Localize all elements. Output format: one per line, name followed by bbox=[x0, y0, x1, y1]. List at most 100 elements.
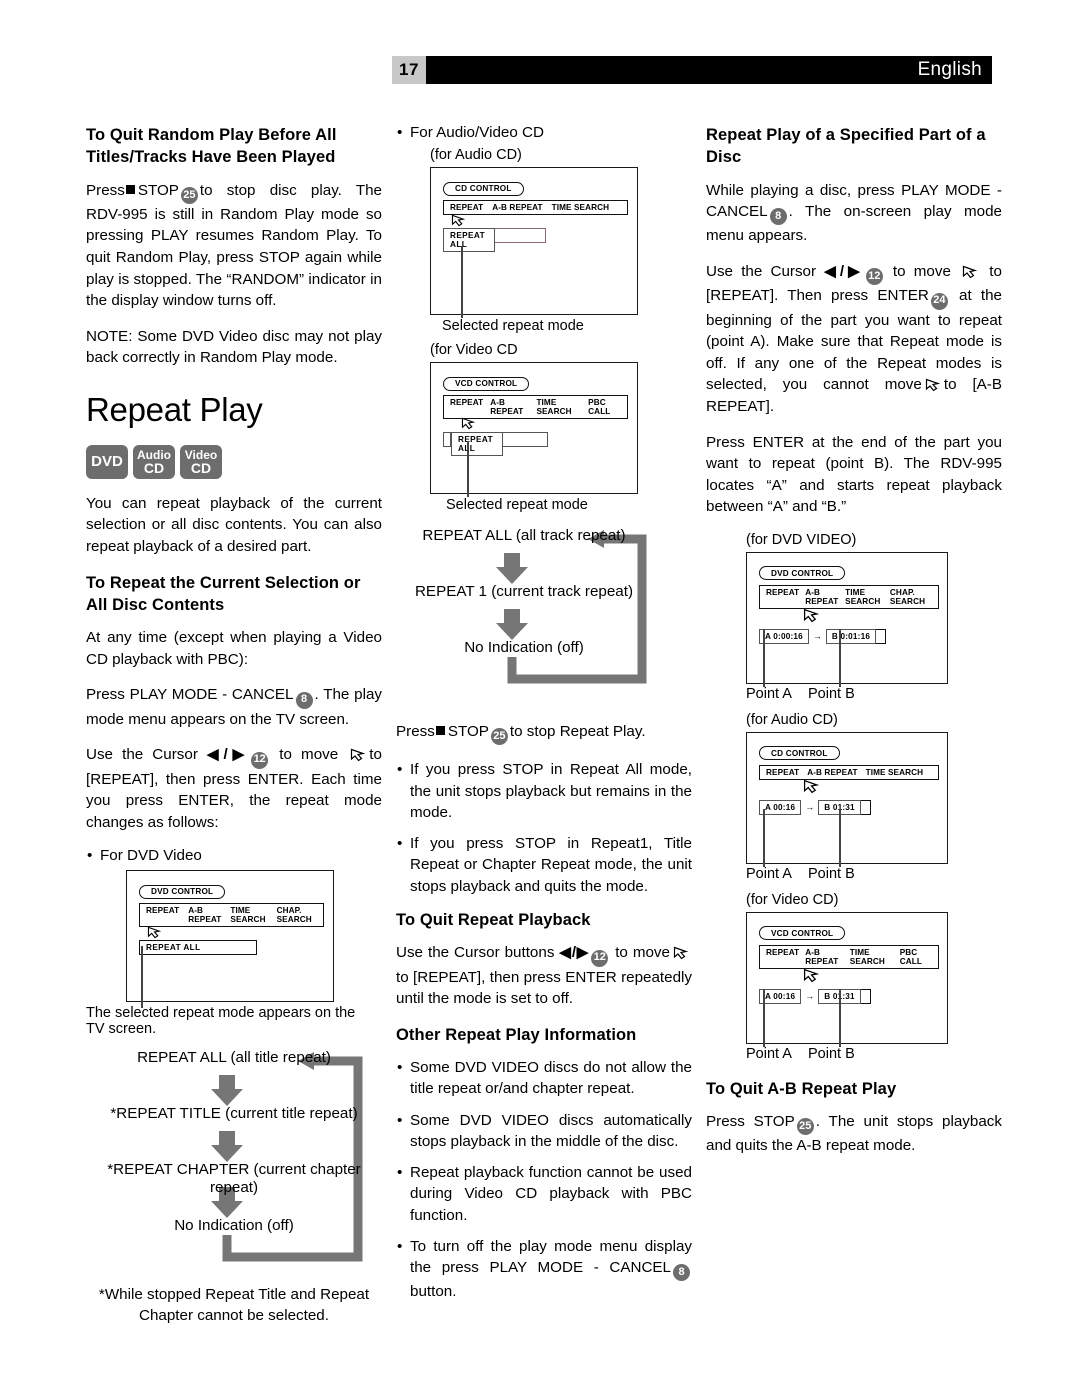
control-pill-cd: CD CONTROL bbox=[443, 181, 524, 196]
diagram-cd-control-screen: (for Audio CD) CD CONTROL REPEAT A-B REP… bbox=[430, 147, 692, 334]
menu-item-repeat[interactable]: REPEAT bbox=[450, 203, 483, 212]
menu-item-pbc-call[interactable]: PBC CALL bbox=[900, 948, 932, 966]
paragraph-while-playing: While playing a disc, press PLAY MODE - … bbox=[706, 180, 1002, 247]
menu-item-ab-repeat[interactable]: A-B REPEAT bbox=[807, 768, 857, 777]
menu-item-repeat[interactable]: REPEAT bbox=[450, 398, 483, 416]
ab-tail-box bbox=[876, 628, 887, 644]
list-item: Repeat playback function cannot be used … bbox=[396, 1162, 692, 1226]
paragraph-repeat-intro: You can repeat playback of the current s… bbox=[86, 494, 382, 556]
tv-screen-ab-audio: CD CONTROL REPEAT A-B REPEAT TIME SEARCH… bbox=[746, 731, 948, 867]
menu-item-ab-repeat[interactable]: A-B REPEAT bbox=[805, 588, 839, 606]
tv-screen-ab-dvd: DVD CONTROL REPEAT A-B REPEAT TIME SEARC… bbox=[746, 551, 948, 687]
chip-8: 8 bbox=[295, 691, 313, 709]
ab-points-row: A 0:00:16 → B 0:01:16 bbox=[759, 628, 947, 644]
diagram-ab-audio-screen: (for Audio CD) CD CONTROL REPEAT A-B REP… bbox=[746, 712, 1002, 882]
badge-video-cd: Video CD bbox=[180, 444, 222, 479]
caption-selected-repeat-mode: The selected repeat mode appears on the … bbox=[86, 1005, 356, 1038]
menu-item-time-search[interactable]: TIME SEARCH bbox=[536, 398, 581, 416]
chip-24: 24 bbox=[930, 292, 948, 310]
heading-quit-ab-repeat: To Quit A-B Repeat Play bbox=[706, 1079, 897, 1098]
caption-selected-repeat-mode-audio: Selected repeat mode bbox=[442, 318, 584, 334]
tv-screen-video-cd: VCD CONTROL REPEAT A-B REPEAT TIME SEARC… bbox=[430, 362, 638, 497]
menu-item-ab-repeat[interactable]: A-B REPEAT bbox=[805, 948, 844, 966]
text-use-cursor: Use the Cursor bbox=[706, 263, 817, 280]
flow-step-1: REPEAT ALL (all title repeat) bbox=[137, 1049, 331, 1067]
menu-item-time-search[interactable]: TIME SEARCH bbox=[845, 588, 884, 606]
menu-item-time-search[interactable]: TIME SEARCH bbox=[850, 948, 894, 966]
pointer-cursor-icon bbox=[350, 747, 366, 762]
language-label: English bbox=[917, 59, 982, 80]
menu-item-repeat[interactable]: REPEAT bbox=[766, 948, 799, 966]
paragraph-anytime: At any time (except when playing a Video… bbox=[86, 629, 382, 668]
flowchart-cd-repeat-modes: REPEAT ALL (all track repeat) REPEAT 1 (… bbox=[396, 527, 692, 684]
leader-line-a bbox=[763, 988, 765, 1047]
badge-audio-line2: CD bbox=[143, 459, 165, 476]
caption-for-video-cd: (for Video CD bbox=[430, 342, 518, 358]
control-pill-cd: CD CONTROL bbox=[759, 746, 840, 761]
chip-25: 25 bbox=[490, 728, 508, 746]
diagram-ab-video-screen: (for Video CD) VCD CONTROL REPEAT A-B RE… bbox=[746, 892, 1002, 1062]
bullet-for-audio-video-cd: For Audio/Video CD bbox=[396, 124, 692, 141]
chip-8: 8 bbox=[673, 1264, 690, 1282]
text-to-move: to move bbox=[892, 263, 951, 280]
flowchart-dvd-repeat-modes: REPEAT ALL (all title repeat) *REPEAT TI… bbox=[86, 1049, 382, 1326]
menu-item-repeat[interactable]: REPEAT bbox=[146, 906, 179, 924]
ab-points-row: A 00:16 → B 01:31 bbox=[759, 988, 947, 1004]
mode-box-repeat-all: REPEAT ALL bbox=[443, 228, 495, 252]
badge-dvd: DVD bbox=[86, 444, 128, 479]
menu-item-chap-search[interactable]: CHAP. SEARCH bbox=[890, 588, 932, 606]
menu-item-ab-repeat[interactable]: A-B REPEAT bbox=[188, 906, 221, 924]
leader-line bbox=[141, 946, 143, 1009]
paragraph-press-enter-end: Press ENTER at the end of the part you w… bbox=[706, 433, 1002, 516]
menu-item-time-search[interactable]: TIME SEARCH bbox=[230, 906, 267, 924]
point-a-value: A 00:16 bbox=[759, 799, 802, 815]
heading-repeat-specified-part: Repeat Play of a Specified Part of a Dis… bbox=[706, 126, 986, 167]
point-labels: Point A Point B bbox=[746, 1046, 1002, 1062]
tv-screen-ab-video: VCD CONTROL REPEAT A-B REPEAT TIME SEARC… bbox=[746, 911, 948, 1047]
stop-square-icon bbox=[435, 726, 445, 735]
text-press-playmode: Press PLAY MODE - CANCEL bbox=[86, 686, 294, 704]
point-b-value: B 0:01:16 bbox=[825, 628, 877, 644]
text-stop: STOP bbox=[447, 723, 489, 740]
menu-item-ab-repeat[interactable]: A-B REPEAT bbox=[492, 203, 542, 212]
menu-item-ab-repeat[interactable]: A-B REPEAT bbox=[490, 398, 529, 416]
menu-bar-vcd: REPEAT A-B REPEAT TIME SEARCH PBC CALL bbox=[759, 944, 939, 969]
menu-item-repeat[interactable]: REPEAT bbox=[766, 768, 799, 777]
leader-line-a bbox=[763, 808, 765, 867]
text-body: to stop disc play. The RDV-995 is still … bbox=[86, 181, 382, 310]
menu-bar-dvd: REPEAT A-B REPEAT TIME SEARCH CHAP. SEAR… bbox=[139, 903, 324, 928]
chip-8: 8 bbox=[769, 208, 787, 226]
pointer-cursor-icon bbox=[803, 608, 820, 628]
badge-audio-cd: Audio CD bbox=[133, 444, 175, 479]
caption-selected-repeat-mode-video: Selected repeat mode bbox=[446, 497, 588, 513]
menu-item-chap-search[interactable]: CHAP. SEARCH bbox=[277, 906, 317, 924]
diagram-vcd-control-screen: (for Video CD VCD CONTROL REPEAT A-B REP… bbox=[430, 342, 692, 513]
ab-tail-box bbox=[860, 799, 871, 815]
menu-bar-cd: REPEAT A-B REPEAT TIME SEARCH bbox=[759, 764, 939, 780]
bullets-stop-behaviour: If you press STOP in Repeat All mode, th… bbox=[396, 759, 692, 897]
label-point-b: Point B bbox=[808, 865, 855, 882]
text-press-stop: Press STOP bbox=[706, 1113, 795, 1131]
disc-badges: DVD Audio CD Video CD bbox=[86, 444, 382, 479]
ab-arrow-icon: → bbox=[805, 802, 815, 813]
diagram-dvd-control-screen: DVD CONTROL REPEAT A-B REPEAT TIME SEARC… bbox=[86, 870, 382, 1037]
flow-step-4: No Indication (off) bbox=[174, 1217, 294, 1235]
paragraph-quit-repeat: Use the Cursor buttons ◀/▶ 12 to move to … bbox=[396, 942, 692, 1009]
menu-bar-dvd: REPEAT A-B REPEAT TIME SEARCH CHAP. SEAR… bbox=[759, 584, 939, 609]
menu-item-time-search[interactable]: TIME SEARCH bbox=[552, 203, 610, 212]
paragraph-quit-ab: Press STOP 25. The unit stops playback an… bbox=[706, 1111, 1002, 1157]
label-point-a: Point A bbox=[746, 865, 792, 882]
list-item: Some DVD VIDEO discs do not allow the ti… bbox=[396, 1057, 692, 1100]
menu-item-repeat[interactable]: REPEAT bbox=[766, 588, 799, 606]
menu-item-pbc-call[interactable]: PBC CALL bbox=[588, 398, 621, 416]
menu-item-time-search[interactable]: TIME SEARCH bbox=[866, 768, 924, 777]
list-item: Some DVD VIDEO discs automatically stops… bbox=[396, 1110, 692, 1153]
text-press: Press bbox=[396, 723, 435, 740]
text-stop: STOP bbox=[137, 181, 179, 199]
text-to-move: to move bbox=[279, 746, 339, 764]
pointer-cursor-icon bbox=[673, 945, 689, 960]
control-pill-vcd: VCD CONTROL bbox=[443, 376, 530, 391]
pointer-cursor-icon bbox=[803, 968, 820, 988]
flow-step-1: REPEAT ALL (all track repeat) bbox=[422, 527, 626, 544]
pointer-cursor-icon bbox=[803, 779, 820, 799]
